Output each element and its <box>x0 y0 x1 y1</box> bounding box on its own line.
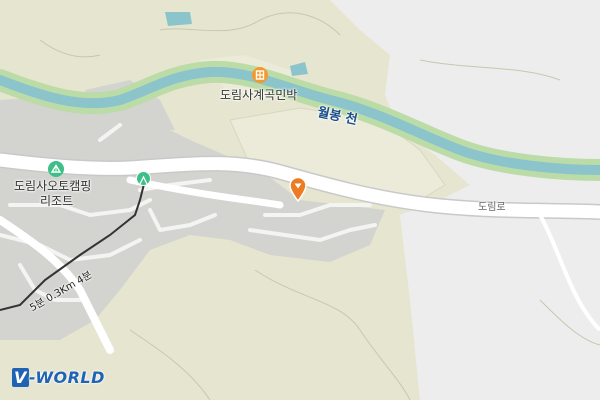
camping-icon[interactable] <box>48 161 64 177</box>
location-pin-icon[interactable] <box>288 176 308 206</box>
hiking-icon[interactable] <box>136 171 151 186</box>
vworld-logo: V -WORLD <box>12 368 105 387</box>
camping-label-line2[interactable]: 리조트 <box>40 192 73 209</box>
pension-label[interactable]: 도림사계곡민박 <box>220 86 297 103</box>
road-label: 도림로 <box>478 202 506 213</box>
vworld-logo-prefix: V <box>12 368 29 387</box>
map-view[interactable]: 월봉 천 도림로 도림사계곡민박 도림사오토캠핑 리조트 5분 0.3Km 4분… <box>0 0 600 400</box>
building-icon[interactable] <box>252 67 268 83</box>
vworld-logo-name: -WORLD <box>28 368 105 387</box>
